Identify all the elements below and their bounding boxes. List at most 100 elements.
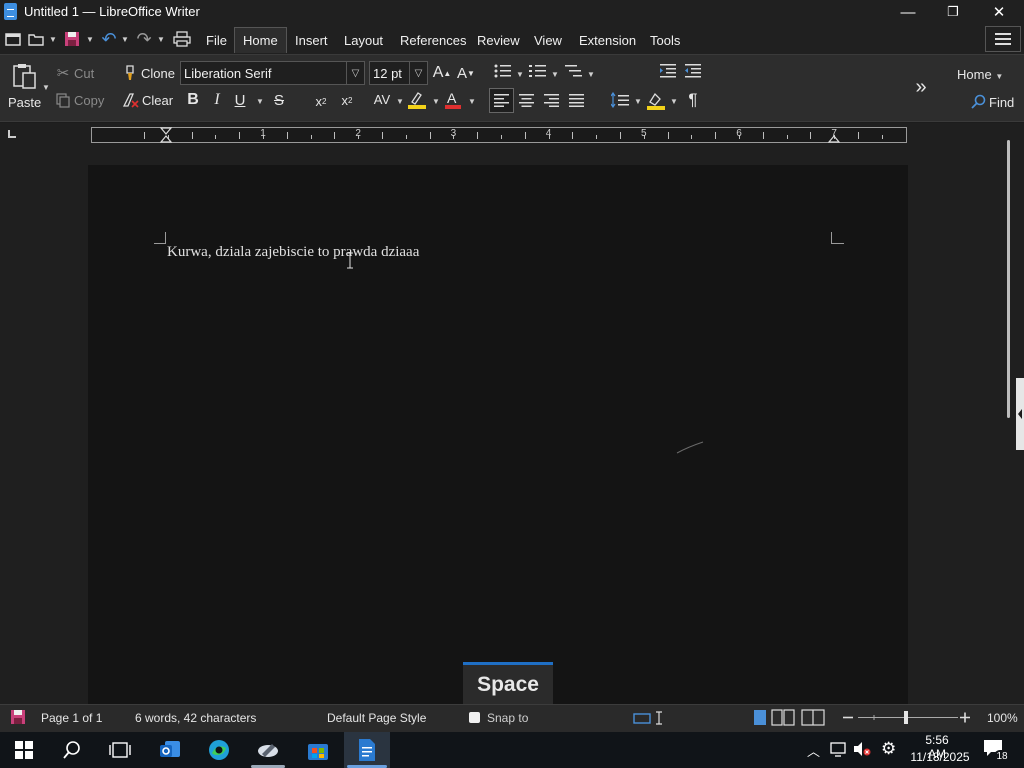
save-icon[interactable] bbox=[62, 28, 82, 50]
highlight-color-icon[interactable] bbox=[407, 90, 429, 110]
find-button[interactable]: Find bbox=[989, 95, 1014, 110]
sidebar-toggle-handle[interactable] bbox=[1016, 378, 1024, 450]
paste-icon[interactable] bbox=[10, 62, 44, 92]
font-color-dropdown-icon[interactable]: ▼ bbox=[468, 97, 476, 106]
print-icon[interactable] bbox=[171, 28, 193, 50]
network-icon[interactable] bbox=[830, 741, 848, 757]
redo-icon[interactable]: ↷ bbox=[134, 28, 154, 50]
open-folder-icon[interactable] bbox=[27, 28, 45, 50]
writer-app-icon[interactable] bbox=[4, 3, 17, 20]
open-dropdown-icon[interactable]: ▼ bbox=[48, 28, 58, 50]
line-spacing-icon[interactable] bbox=[610, 91, 629, 110]
justify-icon[interactable] bbox=[569, 94, 585, 108]
align-center-icon[interactable] bbox=[519, 94, 535, 108]
bullet-dropdown-icon[interactable]: ▼ bbox=[516, 70, 524, 79]
pen-app-icon[interactable] bbox=[246, 732, 290, 768]
close-button[interactable]: ✕ bbox=[976, 0, 1022, 24]
tab-stop-selector-icon[interactable] bbox=[8, 130, 16, 138]
tab-view[interactable]: View bbox=[526, 27, 570, 53]
tab-layout[interactable]: Layout bbox=[336, 27, 391, 53]
document-text[interactable]: Kurwa, dziala zajebiscie to prawda dziaa… bbox=[167, 244, 419, 261]
settings-gear-icon[interactable]: ⚙ bbox=[881, 739, 896, 759]
background-dropdown-icon[interactable]: ▼ bbox=[670, 97, 678, 106]
strikethrough-button[interactable]: S bbox=[271, 90, 287, 110]
italic-button[interactable]: I bbox=[209, 90, 225, 110]
font-size-combobox[interactable]: 12 pt ▽ bbox=[369, 61, 428, 85]
paste-dropdown-icon[interactable]: ▼ bbox=[42, 83, 50, 92]
undo-icon[interactable]: ↶ bbox=[99, 28, 119, 50]
restore-button[interactable]: ❐ bbox=[930, 0, 976, 24]
tab-review[interactable]: Review bbox=[469, 27, 528, 53]
view-layout-icons[interactable] bbox=[752, 709, 828, 726]
outlook-app-icon[interactable] bbox=[148, 732, 192, 768]
snap-checkbox[interactable] bbox=[469, 712, 480, 723]
underline-button[interactable]: U bbox=[232, 90, 248, 110]
tab-insert[interactable]: Insert bbox=[287, 27, 336, 53]
tab-home[interactable]: Home bbox=[234, 27, 287, 53]
outline-list-icon[interactable] bbox=[565, 64, 583, 82]
outline-dropdown-icon[interactable]: ▼ bbox=[587, 70, 595, 79]
font-color-icon[interactable]: A bbox=[444, 90, 464, 110]
tab-file[interactable]: File bbox=[198, 27, 235, 53]
paste-button[interactable]: Paste bbox=[8, 95, 41, 110]
increase-indent-icon[interactable] bbox=[660, 64, 678, 82]
zoom-slider[interactable] bbox=[842, 709, 972, 726]
bullet-list-icon[interactable] bbox=[494, 64, 512, 82]
page-number-status[interactable]: Page 1 of 1 bbox=[41, 711, 102, 725]
hamburger-menu-button[interactable] bbox=[985, 26, 1021, 52]
undo-dropdown-icon[interactable]: ▼ bbox=[120, 28, 130, 50]
chevron-down-icon[interactable]: ▽ bbox=[346, 62, 364, 84]
minimize-button[interactable]: — bbox=[885, 0, 931, 24]
align-left-button[interactable] bbox=[489, 88, 514, 113]
shrink-font-icon[interactable]: A ▼ bbox=[457, 63, 475, 83]
selection-mode-icon[interactable] bbox=[633, 711, 669, 725]
superscript-icon[interactable]: x2 bbox=[338, 90, 356, 110]
zoom-level[interactable]: 100% bbox=[987, 711, 1018, 725]
scrollbar-thumb[interactable] bbox=[1007, 140, 1010, 418]
word-count-status[interactable]: 6 words, 42 characters bbox=[135, 711, 256, 725]
libreoffice-writer-taskbar-icon[interactable] bbox=[344, 732, 390, 768]
home-context-dropdown[interactable]: Home ▼ bbox=[957, 67, 1003, 82]
decrease-indent-icon[interactable] bbox=[685, 64, 703, 82]
tab-references[interactable]: References bbox=[392, 27, 474, 53]
redo-dropdown-icon[interactable]: ▼ bbox=[156, 28, 166, 50]
windows-start-icon[interactable] bbox=[2, 732, 46, 768]
numbered-list-icon[interactable] bbox=[529, 64, 547, 82]
more-options-button[interactable]: » bbox=[910, 76, 932, 98]
paragraph-background-icon[interactable] bbox=[646, 91, 666, 111]
chevron-down-icon[interactable]: ▽ bbox=[409, 62, 427, 84]
save-dropdown-icon[interactable]: ▼ bbox=[85, 28, 95, 50]
microsoft-store-icon[interactable] bbox=[296, 732, 340, 768]
clear-button[interactable]: Clear bbox=[142, 93, 173, 108]
clock-date[interactable]: 11/18/2025 bbox=[909, 750, 971, 764]
show-hidden-icons-chevron-icon[interactable]: ︿ bbox=[807, 741, 820, 760]
font-name-combobox[interactable]: Liberation Serif ▽ bbox=[180, 61, 365, 85]
ruler-tick bbox=[524, 132, 526, 139]
page-style-status[interactable]: Default Page Style bbox=[327, 711, 426, 725]
document-modified-icon[interactable] bbox=[10, 709, 26, 725]
tab-tools[interactable]: Tools bbox=[642, 27, 688, 53]
clone-button[interactable]: Clone bbox=[141, 66, 175, 81]
new-document-icon[interactable] bbox=[3, 28, 23, 50]
numbered-dropdown-icon[interactable]: ▼ bbox=[551, 70, 559, 79]
task-view-icon[interactable] bbox=[98, 732, 142, 768]
horizontal-ruler[interactable]: 1234567 bbox=[91, 127, 907, 143]
subscript-icon[interactable]: x2 bbox=[312, 91, 330, 111]
volume-muted-icon[interactable] bbox=[853, 741, 871, 757]
left-indent-marker-icon[interactable] bbox=[159, 127, 173, 143]
spacing-dropdown-icon[interactable]: ▼ bbox=[396, 97, 404, 106]
bold-button[interactable]: B bbox=[184, 90, 202, 110]
grow-font-icon[interactable]: A ▲ bbox=[433, 63, 452, 83]
cut-button[interactable]: Cut bbox=[74, 66, 94, 81]
character-spacing-icon[interactable]: AV bbox=[371, 89, 393, 109]
search-icon[interactable] bbox=[50, 732, 94, 768]
edge-browser-icon[interactable] bbox=[197, 732, 241, 768]
highlight-dropdown-icon[interactable]: ▼ bbox=[432, 97, 440, 106]
underline-dropdown-icon[interactable]: ▼ bbox=[256, 97, 264, 106]
align-right-icon[interactable] bbox=[544, 94, 560, 108]
line-spacing-dropdown-icon[interactable]: ▼ bbox=[634, 97, 642, 106]
tab-extension[interactable]: Extension bbox=[571, 27, 644, 53]
right-indent-marker-icon[interactable] bbox=[827, 127, 841, 143]
copy-button[interactable]: Copy bbox=[74, 93, 104, 108]
formatting-marks-icon[interactable]: ¶ bbox=[684, 90, 702, 110]
